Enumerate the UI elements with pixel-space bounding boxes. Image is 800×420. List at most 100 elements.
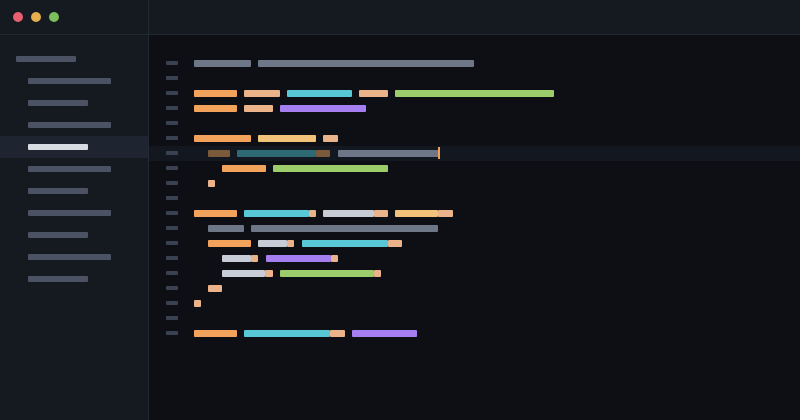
sidebar-file-item[interactable] <box>0 136 148 158</box>
code-line[interactable] <box>149 251 800 266</box>
code-token <box>194 135 251 142</box>
sidebar-item-label <box>28 188 88 194</box>
code-token <box>208 225 244 232</box>
code-token <box>273 165 388 172</box>
code-line[interactable] <box>149 311 800 326</box>
sidebar-file-item[interactable] <box>0 246 148 268</box>
line-number <box>166 151 178 155</box>
code-token <box>316 150 330 157</box>
code-token <box>258 135 316 142</box>
sidebar-file-item[interactable] <box>0 92 148 114</box>
line-number <box>166 211 178 215</box>
sidebar-item-label <box>28 78 111 84</box>
editor-window <box>0 0 800 420</box>
code-token <box>251 225 438 232</box>
code-line[interactable] <box>149 131 800 146</box>
sidebar-file-item[interactable] <box>0 224 148 246</box>
code-line[interactable] <box>149 281 800 296</box>
code-line[interactable] <box>149 146 800 161</box>
minimize-window-button[interactable] <box>31 12 41 22</box>
line-number <box>166 256 178 260</box>
line-number <box>166 136 178 140</box>
code-token <box>287 90 352 97</box>
code-token <box>287 240 294 247</box>
code-token <box>222 270 265 277</box>
code-line[interactable] <box>149 161 800 176</box>
code-token <box>352 330 417 337</box>
line-number <box>166 226 178 230</box>
line-number <box>166 241 178 245</box>
code-token <box>302 240 388 247</box>
code-token <box>222 165 266 172</box>
code-line[interactable] <box>149 176 800 191</box>
code-token <box>208 180 215 187</box>
sidebar-item-label <box>28 144 88 150</box>
code-line[interactable] <box>149 56 800 71</box>
line-number <box>166 331 178 335</box>
code-token <box>330 330 345 337</box>
code-token <box>280 105 366 112</box>
sidebar-item-label <box>28 166 111 172</box>
code-token <box>244 90 280 97</box>
sidebar-file-item[interactable] <box>0 158 148 180</box>
line-number <box>166 76 178 80</box>
code-token <box>395 210 438 217</box>
line-number <box>166 271 178 275</box>
code-token <box>194 60 251 67</box>
close-window-button[interactable] <box>13 12 23 22</box>
sidebar-file-item[interactable] <box>0 70 148 92</box>
editor-tab-bar <box>149 0 800 35</box>
line-number <box>166 181 178 185</box>
code-token <box>208 285 222 292</box>
code-token <box>374 270 381 277</box>
sidebar-file-item[interactable] <box>0 114 148 136</box>
code-line[interactable] <box>149 71 800 86</box>
sidebar-file-item[interactable] <box>0 268 148 290</box>
code-token <box>266 255 331 262</box>
code-line[interactable] <box>149 206 800 221</box>
code-token <box>323 210 374 217</box>
line-number <box>166 91 178 95</box>
code-token <box>388 240 402 247</box>
code-token <box>194 300 201 307</box>
sidebar-item-label <box>28 276 88 282</box>
sidebar-file-item[interactable] <box>0 180 148 202</box>
line-number <box>166 106 178 110</box>
code-token <box>258 240 287 247</box>
code-line[interactable] <box>149 326 800 341</box>
code-token <box>331 255 338 262</box>
code-token <box>359 90 388 97</box>
code-token <box>374 210 388 217</box>
code-token <box>438 210 453 217</box>
code-line[interactable] <box>149 221 800 236</box>
code-token <box>194 90 237 97</box>
sidebar-file-item[interactable] <box>0 202 148 224</box>
line-number <box>166 301 178 305</box>
code-token <box>194 330 237 337</box>
file-explorer-sidebar <box>0 0 149 420</box>
code-token <box>244 210 309 217</box>
maximize-window-button[interactable] <box>49 12 59 22</box>
sidebar-item-label <box>28 210 111 216</box>
code-line[interactable] <box>149 191 800 206</box>
line-number <box>166 316 178 320</box>
code-editor[interactable] <box>149 35 800 420</box>
code-token <box>280 270 374 277</box>
code-line[interactable] <box>149 296 800 311</box>
code-token <box>208 150 230 157</box>
code-line[interactable] <box>149 116 800 131</box>
code-token <box>338 150 439 157</box>
code-token <box>323 135 338 142</box>
line-number <box>166 61 178 65</box>
code-token <box>222 255 251 262</box>
code-line[interactable] <box>149 86 800 101</box>
code-line[interactable] <box>149 236 800 251</box>
code-token <box>258 60 474 67</box>
sidebar-item-label <box>28 232 88 238</box>
sidebar-folder-item[interactable] <box>0 48 148 70</box>
code-line[interactable] <box>149 101 800 116</box>
sidebar-item-label <box>28 100 88 106</box>
window-titlebar <box>0 0 148 35</box>
code-line[interactable] <box>149 266 800 281</box>
line-number <box>166 166 178 170</box>
